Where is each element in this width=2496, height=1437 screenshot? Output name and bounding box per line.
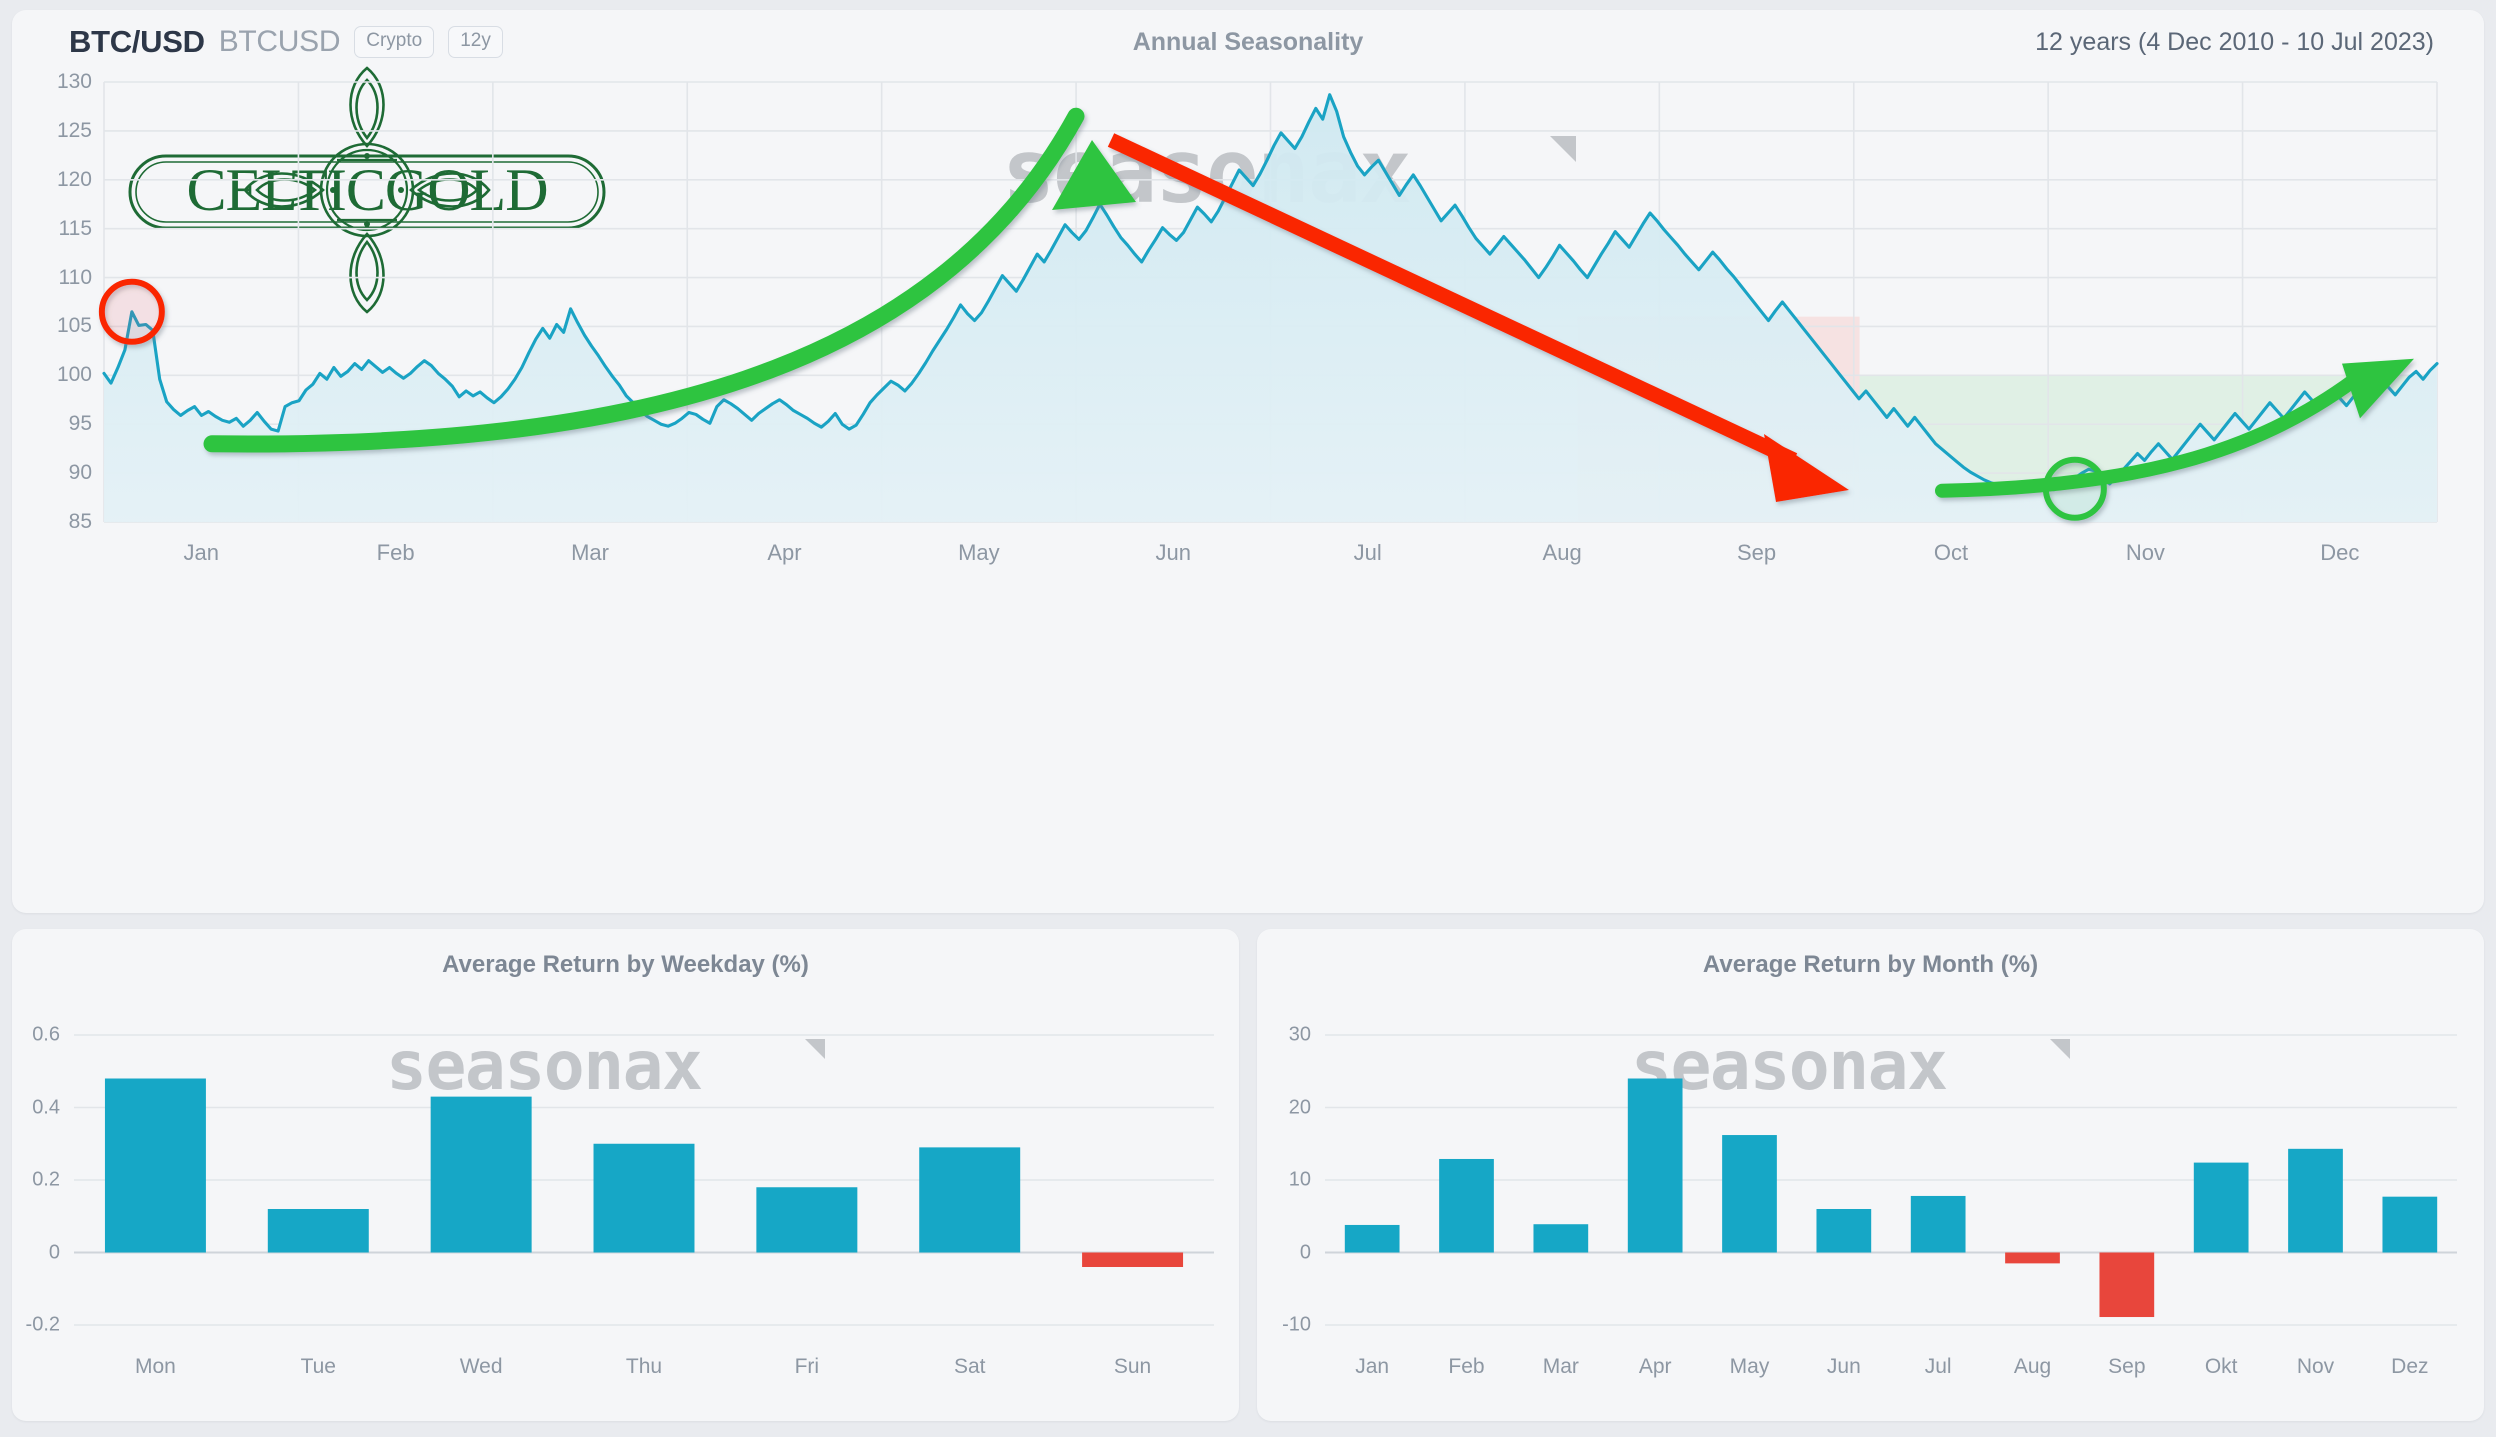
weekday-y-tick: -0.2 bbox=[25, 1313, 60, 1336]
month-x-tick: Dez bbox=[2391, 1355, 2429, 1378]
main-x-tick: Sep bbox=[1736, 540, 1777, 565]
weekday-x-tick: Fri bbox=[794, 1355, 820, 1378]
month-y-tick: -10 bbox=[1282, 1313, 1311, 1336]
main-y-tick: 130 bbox=[56, 70, 92, 93]
main-y-tick: 125 bbox=[56, 118, 92, 142]
weekday-y-tick: 0.4 bbox=[32, 1096, 60, 1118]
app-root: BTC/USD BTCUSD Crypto 12y Annual Seasona… bbox=[0, 0, 2496, 1437]
month-x-tick: Jun bbox=[1826, 1355, 1861, 1378]
weekday-bar[interactable] bbox=[593, 1143, 695, 1253]
month-y-tick: 20 bbox=[1288, 1096, 1311, 1118]
month-return-panel: Average Return by Month (%) seasonax -10… bbox=[1257, 929, 2484, 1421]
main-x-tick: Jul bbox=[1353, 540, 1382, 565]
month-x-tick: Jan bbox=[1355, 1355, 1390, 1378]
month-x-tick: Okt bbox=[2204, 1355, 2238, 1378]
month-bar[interactable] bbox=[2382, 1196, 2438, 1253]
weekday-y-tick: 0 bbox=[48, 1241, 60, 1263]
month-bar[interactable] bbox=[1722, 1135, 1777, 1253]
weekday-bar[interactable] bbox=[1082, 1252, 1184, 1268]
month-bar-svg[interactable] bbox=[1325, 1034, 2457, 1326]
weekday-y-tick: 0.6 bbox=[32, 1023, 60, 1046]
weekday-y-tick: 0.2 bbox=[32, 1168, 60, 1191]
main-x-tick: Aug bbox=[1542, 540, 1582, 565]
main-x-tick: Mar bbox=[571, 540, 609, 565]
month-x-tick: Feb bbox=[1448, 1355, 1485, 1378]
weekday-x-tick: Wed bbox=[459, 1355, 503, 1378]
main-y-tick: 85 bbox=[68, 510, 92, 533]
weekday-x-tick: Tue bbox=[300, 1355, 336, 1378]
main-y-tick: 90 bbox=[68, 461, 92, 485]
weekday-bar[interactable] bbox=[756, 1187, 858, 1253]
main-x-tick: Jan bbox=[183, 540, 219, 565]
weekday-x-tick: Mon bbox=[134, 1355, 176, 1378]
main-y-tick: 115 bbox=[58, 216, 92, 240]
month-y-tick: 10 bbox=[1288, 1168, 1311, 1191]
weekday-bar[interactable] bbox=[430, 1096, 532, 1253]
month-bar[interactable] bbox=[1910, 1195, 1966, 1253]
weekday-x-tick: Sun bbox=[1113, 1355, 1152, 1378]
asset-class-badge[interactable]: Crypto bbox=[354, 26, 435, 58]
month-bar[interactable] bbox=[1816, 1209, 1872, 1253]
month-grid bbox=[1325, 1034, 2457, 1326]
main-chart-plot bbox=[98, 81, 2439, 523]
symbol-name: BTC/USD bbox=[69, 24, 205, 59]
weekday-chart-title: Average Return by Weekday (%) bbox=[442, 951, 809, 978]
main-x-tick: May bbox=[958, 540, 1000, 565]
month-x-tick: Apr bbox=[1638, 1355, 1672, 1378]
month-y-tick: 30 bbox=[1288, 1023, 1311, 1046]
main-y-tick: 105 bbox=[56, 314, 92, 338]
month-x-tick: Nov bbox=[2296, 1355, 2335, 1378]
january-peak-marker bbox=[98, 278, 165, 345]
weekday-x-tick: Thu bbox=[625, 1355, 663, 1378]
annual-seasonality-svg[interactable] bbox=[98, 81, 2439, 523]
month-x-tick: Jul bbox=[1924, 1355, 1952, 1378]
weekday-bar[interactable] bbox=[267, 1209, 369, 1253]
main-x-tick: Apr bbox=[767, 540, 802, 565]
month-bar[interactable] bbox=[1533, 1224, 1589, 1253]
main-x-tick: Feb bbox=[376, 540, 415, 565]
main-y-tick: 120 bbox=[56, 167, 92, 191]
main-x-tick: Oct bbox=[1933, 540, 1969, 565]
main-y-tick: 95 bbox=[68, 412, 92, 436]
chart-header: BTC/USD BTCUSD Crypto 12y Annual Seasona… bbox=[12, 10, 2484, 68]
month-plot bbox=[1325, 1034, 2457, 1326]
bottom-charts-row: Average Return by Weekday (%) seasonax -… bbox=[12, 929, 2484, 1421]
month-x-tick: May bbox=[1729, 1355, 1770, 1378]
month-bar[interactable] bbox=[2005, 1252, 2060, 1264]
weekday-bar[interactable] bbox=[104, 1078, 206, 1253]
month-bar[interactable] bbox=[2099, 1252, 2155, 1318]
month-y-tick: 0 bbox=[1299, 1241, 1311, 1263]
main-x-tick: Dec bbox=[2320, 540, 2360, 565]
weekday-x-tick: Sat bbox=[953, 1355, 986, 1378]
month-bar[interactable] bbox=[1439, 1158, 1494, 1253]
month-x-tick: Mar bbox=[1542, 1355, 1579, 1378]
weekday-bar-svg[interactable] bbox=[74, 1034, 1214, 1326]
month-x-tick: Sep bbox=[2108, 1355, 2146, 1378]
month-bar[interactable] bbox=[1627, 1078, 1683, 1253]
main-x-tick: Nov bbox=[2125, 540, 2165, 565]
month-bar[interactable] bbox=[2288, 1148, 2343, 1253]
month-bar[interactable] bbox=[1344, 1224, 1400, 1253]
date-range-label: 12 years (4 Dec 2010 - 10 Jul 2023) bbox=[2035, 28, 2434, 56]
symbol-ticker: BTCUSD bbox=[218, 25, 341, 58]
instrument-info: BTC/USD BTCUSD Crypto 12y bbox=[69, 24, 503, 60]
period-badge[interactable]: 12y bbox=[448, 26, 503, 58]
weekday-bar[interactable] bbox=[919, 1147, 1021, 1253]
main-y-tick: 100 bbox=[56, 363, 92, 387]
main-y-tick: 110 bbox=[58, 265, 92, 289]
weekday-plot bbox=[74, 1034, 1214, 1326]
month-bar[interactable] bbox=[2193, 1162, 2249, 1253]
annual-seasonality-panel: BTC/USD BTCUSD Crypto 12y Annual Seasona… bbox=[12, 10, 2484, 913]
main-x-tick: Jun bbox=[1155, 540, 1192, 565]
month-x-tick: Aug bbox=[2013, 1355, 2052, 1378]
weekday-return-panel: Average Return by Weekday (%) seasonax -… bbox=[12, 929, 1239, 1421]
month-chart-title: Average Return by Month (%) bbox=[1702, 951, 2039, 978]
